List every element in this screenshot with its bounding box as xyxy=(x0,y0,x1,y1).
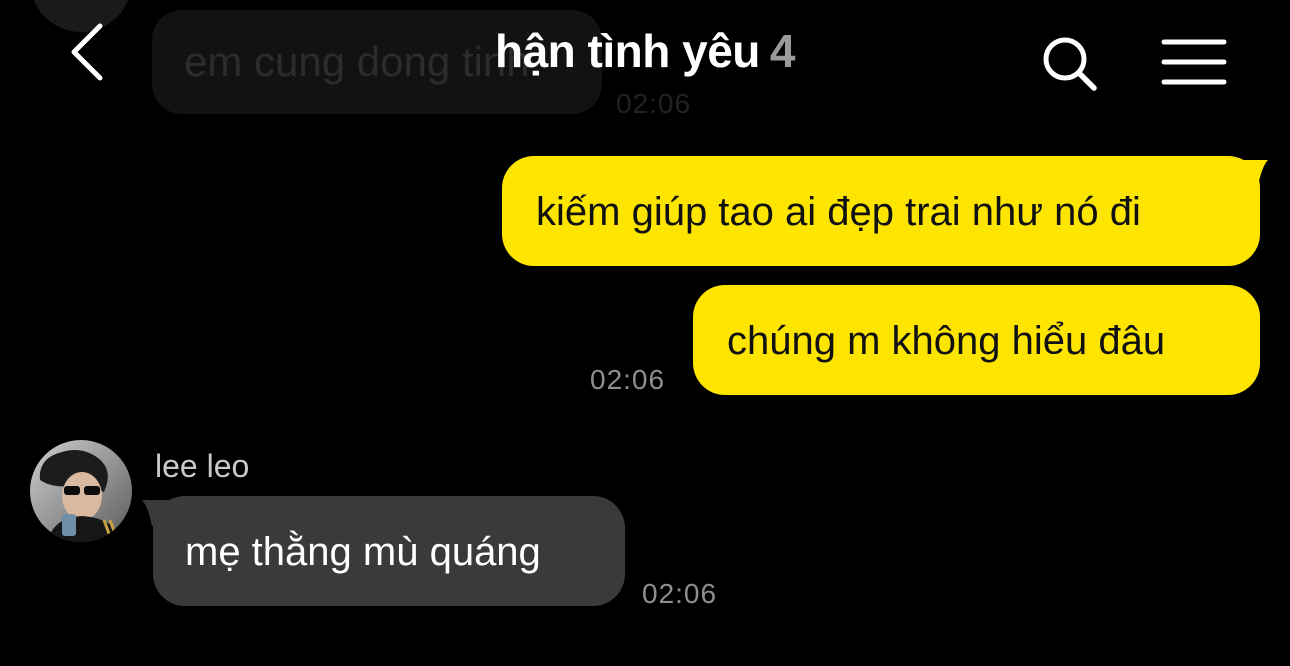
message-text: mẹ thằng mù quáng xyxy=(185,530,541,574)
member-count: 4 xyxy=(769,25,796,77)
message-text: kiếm giúp tao ai đẹp trai như nó đi xyxy=(536,190,1141,234)
outgoing-message-bubble[interactable]: kiếm giúp tao ai đẹp trai như nó đi xyxy=(502,156,1260,266)
avatar-photo xyxy=(30,440,132,542)
sender-name[interactable]: lee leo xyxy=(155,448,249,485)
chat-header: hận tình yêu 4 xyxy=(0,0,1290,105)
sender-avatar[interactable] xyxy=(30,440,132,542)
message-timestamp: 02:06 xyxy=(642,578,718,609)
outgoing-message-bubble[interactable]: chúng m không hiểu đâu xyxy=(693,285,1260,395)
message-text: chúng m không hiểu đâu xyxy=(727,319,1166,363)
search-icon xyxy=(1043,37,1097,91)
message-timestamp: 02:06 xyxy=(590,364,666,395)
incoming-message-bubble[interactable]: mẹ thằng mù quáng xyxy=(153,496,625,606)
menu-icon xyxy=(1161,39,1227,85)
menu-button[interactable] xyxy=(1160,36,1228,88)
search-button[interactable] xyxy=(1038,32,1102,96)
chat-name: hận tình yêu xyxy=(495,25,760,77)
